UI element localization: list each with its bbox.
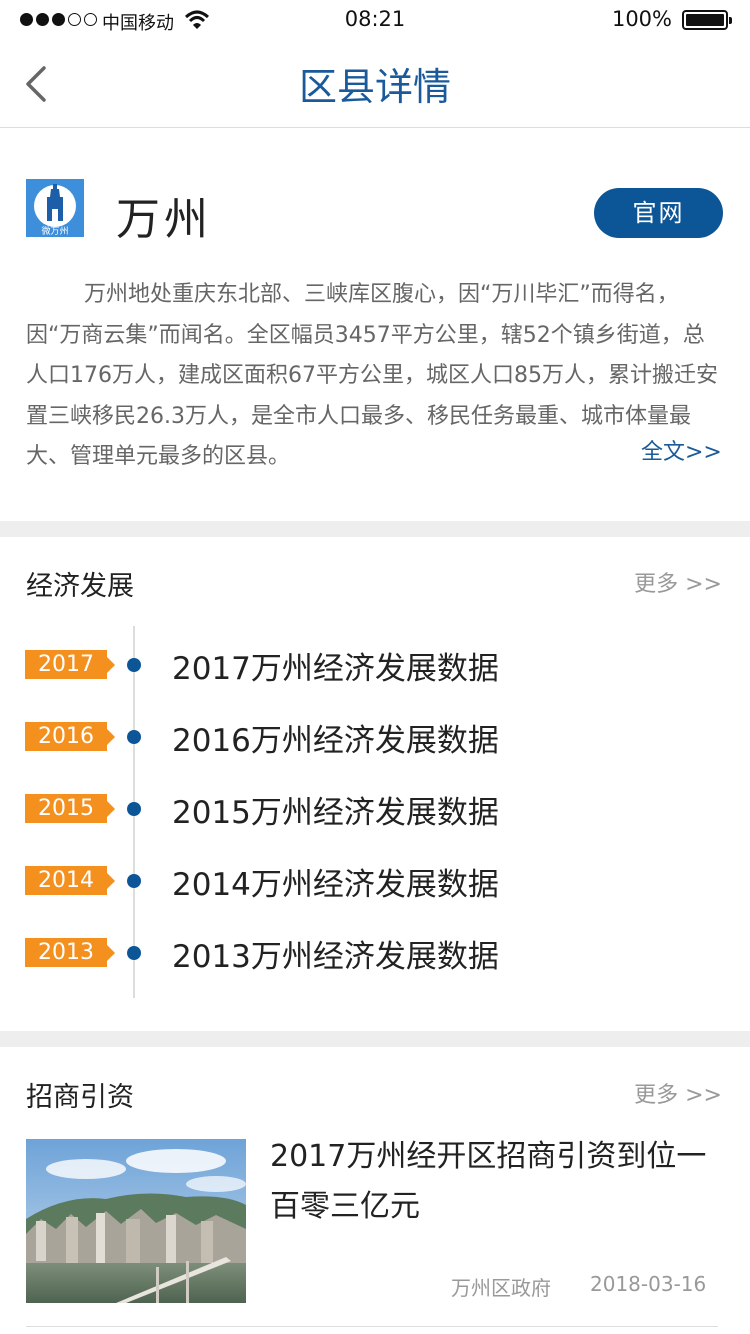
section-divider — [0, 521, 750, 537]
year-badge: 2017 — [25, 650, 115, 679]
battery-icon — [682, 10, 732, 30]
timeline-dot — [127, 802, 141, 816]
news-date: 2018-03-16 — [590, 1272, 707, 1296]
district-logo-icon: 微万州 — [26, 179, 84, 237]
year-badge: 2015 — [25, 794, 115, 823]
news-source: 万州区政府 — [451, 1276, 551, 1300]
full-text-link[interactable]: 全文>> — [641, 434, 722, 466]
timeline-item[interactable]: 2013 2013万州经济发展数据 — [0, 931, 750, 975]
status-bar: 中国移动 08:21 100% — [0, 0, 750, 40]
timeline-item-label: 2013万州经济发展数据 — [172, 939, 499, 975]
timeline-item[interactable]: 2016 2016万州经济发展数据 — [0, 715, 750, 759]
official-website-button[interactable]: 官网 — [594, 188, 723, 238]
list-divider — [26, 1326, 718, 1327]
timeline-item-label: 2016万州经济发展数据 — [172, 723, 499, 759]
svg-text:微万州: 微万州 — [41, 225, 68, 237]
news-title[interactable]: 2017万州经开区招商引资到位一百零三亿元 — [270, 1132, 725, 1232]
district-intro: 微万州 万州 官网 万州地处重庆东北部、三峡库区腹心，因“万川毕汇”而得名，因“… — [0, 129, 750, 521]
timeline-dot — [127, 946, 141, 960]
page-title: 区县详情 — [298, 65, 451, 109]
section-divider — [0, 1031, 750, 1047]
news-thumbnail-image[interactable] — [26, 1139, 246, 1303]
timeline-item[interactable]: 2014 2014万州经济发展数据 — [0, 859, 750, 903]
year-badge: 2014 — [25, 866, 115, 895]
timeline-item-label: 2014万州经济发展数据 — [172, 867, 499, 903]
battery-percent: 100% — [611, 7, 672, 31]
economy-section-title: 经济发展 — [26, 571, 134, 602]
year-badge: 2016 — [25, 722, 115, 751]
timeline-dot — [127, 658, 141, 672]
district-name: 万州 — [116, 194, 212, 245]
timeline-item[interactable]: 2017 2017万州经济发展数据 — [0, 643, 750, 687]
district-description: 万州地处重庆东北部、三峡库区腹心，因“万川毕汇”而得名，因“万商云集”而闻名。全… — [26, 282, 718, 469]
investment-section-title: 招商引资 — [26, 1082, 134, 1113]
nav-bar: 区县详情 — [0, 40, 750, 128]
economy-more-link[interactable]: 更多 >> — [634, 566, 722, 598]
timeline-dot — [127, 874, 141, 888]
year-badge: 2013 — [25, 938, 115, 967]
timeline-item[interactable]: 2015 2015万州经济发展数据 — [0, 787, 750, 831]
timeline-dot — [127, 730, 141, 744]
timeline-item-label: 2017万州经济发展数据 — [172, 651, 499, 687]
timeline-item-label: 2015万州经济发展数据 — [172, 795, 499, 831]
investment-more-link[interactable]: 更多 >> — [634, 1077, 722, 1109]
